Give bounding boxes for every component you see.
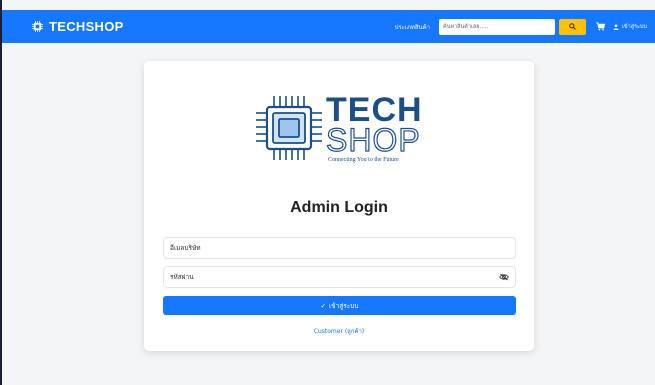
search-button[interactable] <box>559 18 587 35</box>
search-input[interactable] <box>439 18 556 35</box>
password-field[interactable] <box>163 266 516 288</box>
app-window: TECHSHOP ประเภทสินค้า เข้าสู่ระบบ <box>0 0 655 385</box>
chip-icon <box>32 21 43 32</box>
nav-link-categories[interactable]: ประเภทสินค้า <box>395 22 430 32</box>
email-field[interactable] <box>163 237 516 259</box>
login-link[interactable]: เข้าสู่ระบบ <box>613 23 647 31</box>
navbar: TECHSHOP ประเภทสินค้า เข้าสู่ระบบ <box>2 10 655 43</box>
logo-tagline: Connecting You to the Future <box>328 157 399 163</box>
eye-slash-icon[interactable] <box>499 273 509 281</box>
brand-name: TECHSHOP <box>49 19 124 34</box>
login-submit-label: เข้าสู่ระบบ <box>328 301 359 310</box>
search-icon <box>569 23 576 30</box>
customer-login-link[interactable]: Customer (ลูกค้า) <box>144 326 534 336</box>
login-submit-button[interactable]: ✓ เข้าสู่ระบบ <box>163 296 516 315</box>
user-icon <box>613 23 619 30</box>
brand-link[interactable]: TECHSHOP <box>32 19 124 34</box>
login-link-label: เข้าสู่ระบบ <box>622 23 647 30</box>
cart-icon[interactable] <box>596 22 606 31</box>
techshop-logo: TECH SHOP Connecting You to the Future <box>254 93 424 168</box>
logo-text-shop: SHOP <box>325 122 421 158</box>
check-icon: ✓ <box>320 301 326 310</box>
page-title: Admin Login <box>290 199 388 216</box>
login-card: TECH SHOP Connecting You to the Future A… <box>144 61 534 351</box>
chip-logo-icon <box>256 96 322 160</box>
